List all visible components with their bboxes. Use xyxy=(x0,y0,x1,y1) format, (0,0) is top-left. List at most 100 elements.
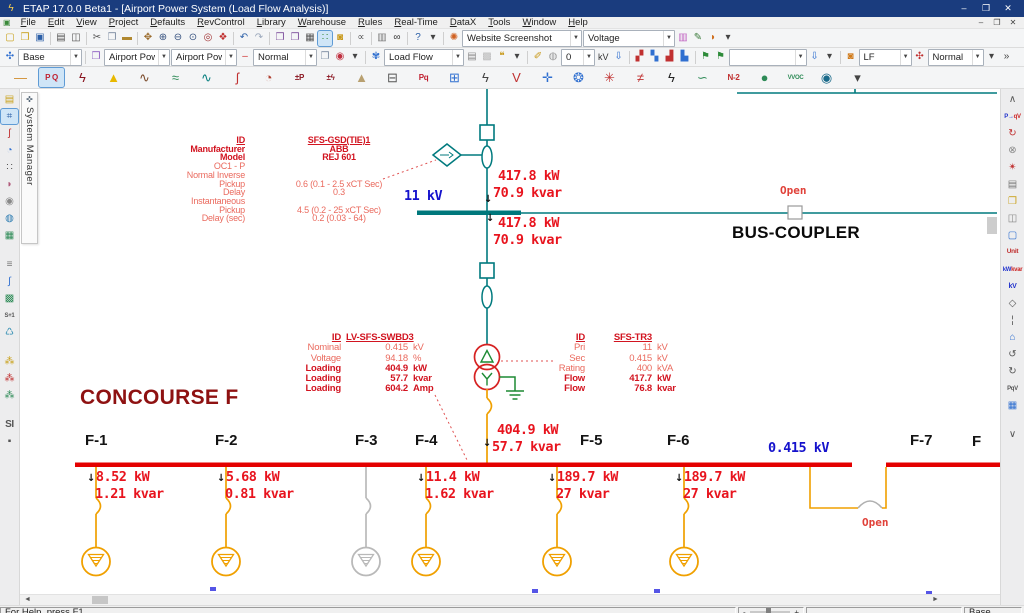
open-icon[interactable]: ❒ xyxy=(18,31,32,46)
cable-schedule-icon[interactable]: ≡ xyxy=(1,257,18,272)
window-tile-icon[interactable]: ❐ xyxy=(288,31,302,46)
datablock-icon[interactable]: ▥ xyxy=(375,31,389,46)
help-icon[interactable]: ? xyxy=(411,31,425,46)
overflow-icon[interactable]: ▾ xyxy=(823,50,837,65)
volt-var-control-icon[interactable]: VVOC xyxy=(783,68,808,87)
sld-presentation-icon[interactable]: ▤ xyxy=(1,92,18,107)
zoom-fit-icon[interactable]: ❖ xyxy=(216,31,230,46)
contingency-n2-icon[interactable]: N-2 xyxy=(721,68,746,87)
kv-display-icon[interactable]: kV xyxy=(1003,279,1022,294)
kw-kvar-display-icon[interactable]: kW kvar xyxy=(1003,262,1023,277)
zoom-out-button[interactable]: - xyxy=(743,608,746,613)
lumped-load-symbol[interactable] xyxy=(81,546,111,577)
lumped-load-symbol[interactable] xyxy=(411,546,441,577)
maximize-button[interactable]: ❐ xyxy=(975,3,997,14)
emission-icon[interactable]: ● xyxy=(752,68,777,87)
control-panel-icon[interactable]: ∷ xyxy=(1,160,18,175)
collapse-icon[interactable]: ▪ xyxy=(1,434,18,449)
ugs-icon[interactable]: ◗ xyxy=(1,177,18,192)
overflow-icon[interactable]: ▾ xyxy=(985,50,999,65)
toolbox-icon[interactable]: ◙ xyxy=(844,50,858,65)
reliability-assessment-icon[interactable]: ✳ xyxy=(597,68,622,87)
config-combo[interactable]: Base ▼ xyxy=(18,48,82,66)
mdi-restore-button[interactable]: ❐ xyxy=(989,17,1005,28)
scenario-icon[interactable]: ✣ xyxy=(3,50,17,65)
contingency-icon[interactable]: ✣ xyxy=(913,50,927,65)
result-compare-icon[interactable]: ⁂ xyxy=(1,388,18,403)
scroll-left-icon[interactable]: ◄ xyxy=(24,596,31,604)
close-button[interactable]: ✕ xyxy=(997,3,1019,14)
arc-flash-icon[interactable]: ▲ xyxy=(101,68,126,87)
optimal-capacitor-icon[interactable]: ≠ xyxy=(628,68,653,87)
push-icon[interactable]: ⇩ xyxy=(808,50,822,65)
print-preview-icon[interactable]: ◫ xyxy=(69,31,83,46)
datablock-building-icon[interactable]: ⌂ xyxy=(1003,330,1022,345)
dc-short-circuit-icon[interactable]: ϟ xyxy=(473,68,498,87)
feeder-label-F-2[interactable]: F-2 xyxy=(215,432,238,449)
feeder-label-partial[interactable]: F xyxy=(972,433,981,450)
lumped-load-symbol[interactable] xyxy=(351,546,381,577)
comment-icon[interactable]: ❝ xyxy=(495,50,509,65)
overflow-icon[interactable]: ▾ xyxy=(721,31,735,46)
system-manager-tab[interactable]: ✜ System Manager xyxy=(21,92,38,244)
pin-icon[interactable]: ✜ xyxy=(26,95,33,104)
one-line-diagram-canvas[interactable]: ID SFS-GSD(TIE)1 Manufacturer ABB Model REJ 6… xyxy=(20,89,1000,605)
report-icon[interactable]: ▤ xyxy=(465,50,479,65)
gradient-display-icon[interactable]: ▥ xyxy=(676,31,690,46)
lock-icon[interactable]: ◙ xyxy=(333,31,347,46)
control-schematic-icon[interactable]: ∫ xyxy=(1,274,18,289)
inline-element-icon[interactable]: ¦ xyxy=(1003,313,1022,328)
open-switch-symbol[interactable] xyxy=(787,205,803,220)
pencil-icon[interactable]: ✐ xyxy=(531,50,545,65)
copy-icon[interactable]: ❐ xyxy=(105,31,119,46)
cable-pulling-icon[interactable]: ◉ xyxy=(1,194,18,209)
star-view-icon[interactable]: ʃ xyxy=(1,126,18,141)
fuse-symbol[interactable] xyxy=(365,497,372,515)
close-presentation-icon[interactable]: ⊗ xyxy=(1003,143,1022,158)
gis-map-icon[interactable]: ▦ xyxy=(1,228,18,243)
short-circuit-icon[interactable]: ϟ xyxy=(70,68,95,87)
hv-breaker-symbol[interactable] xyxy=(479,124,495,141)
menu-revcontrol[interactable]: RevControl xyxy=(191,17,251,28)
mdi-minimize-button[interactable]: – xyxy=(973,17,989,28)
menu-tools[interactable]: Tools xyxy=(482,17,516,28)
transformer-info-block[interactable]: ID SFS-TR3 Pri 11 kV Sec 0.415 kV Rating 400 kVA Fl… xyxy=(520,332,688,395)
units-toggle-icon[interactable]: Unit xyxy=(1003,245,1022,260)
feeder-label-F-1[interactable]: F-1 xyxy=(85,432,108,449)
feeder-label-F-6[interactable]: F-6 xyxy=(667,432,690,449)
machine-icon-1[interactable]: ▞ xyxy=(633,50,647,65)
menu-rules[interactable]: Rules xyxy=(352,17,388,28)
etap-web-icon[interactable]: ◉ xyxy=(814,68,839,87)
sync-db-icon[interactable]: ↺ xyxy=(1003,347,1022,362)
panel-systems-icon[interactable]: ◔ xyxy=(256,68,281,87)
zoom-in-button[interactable]: + xyxy=(794,608,799,613)
push-voltage-icon[interactable]: ⇩ xyxy=(612,50,626,65)
dumpster-icon[interactable]: ♺ xyxy=(1,325,18,340)
status-pen-icon[interactable]: – xyxy=(238,50,252,65)
kv-level-combo[interactable]: 0 ▼ xyxy=(561,48,595,66)
optimal-power-flow-icon[interactable]: ❂ xyxy=(566,68,591,87)
screenshot-combo[interactable]: Website Screenshot ▼ xyxy=(462,29,582,47)
bus-concourse-f[interactable] xyxy=(75,462,852,468)
more-buttons-icon[interactable]: » xyxy=(1000,50,1014,65)
scroll-down-icon[interactable]: ∨ xyxy=(1003,427,1022,442)
transient-stability-icon[interactable]: ∿ xyxy=(194,68,219,87)
menu-view[interactable]: View xyxy=(70,17,102,28)
swbd-info-block[interactable]: ID LV-SFS-SWBD3 Nominal 0.415 kV Voltage 94.18… xyxy=(258,332,444,395)
sync-db2-icon[interactable]: ↻ xyxy=(1003,364,1022,379)
od-display-icon[interactable]: ◉ xyxy=(333,50,347,65)
alert-icon[interactable]: ✴ xyxy=(1003,160,1022,175)
zoom-slider-thumb[interactable] xyxy=(766,608,771,613)
revision-combo[interactable]: Airport Power S▼ xyxy=(104,48,170,66)
feeder-label-F-4[interactable]: F-4 xyxy=(415,432,438,449)
new-icon[interactable]: ▢ xyxy=(3,31,17,46)
pqv-flow-icon[interactable]: PqV xyxy=(1003,381,1022,396)
horizontal-scrollbar[interactable]: ◄ ► xyxy=(20,594,1000,605)
protractor-icon[interactable]: ◔ xyxy=(1,143,18,158)
scroll-up-icon[interactable]: ∧ xyxy=(1003,92,1022,107)
star-coordination-icon[interactable]: ʃ xyxy=(225,68,250,87)
switching-sequence-icon[interactable]: ∽ xyxy=(690,68,715,87)
zoom-slider-panel[interactable]: - + xyxy=(738,606,804,613)
dc-arc-flash-icon[interactable]: ▲ xyxy=(349,68,374,87)
study-mode-combo[interactable]: Load Flow ▼ xyxy=(384,48,464,66)
